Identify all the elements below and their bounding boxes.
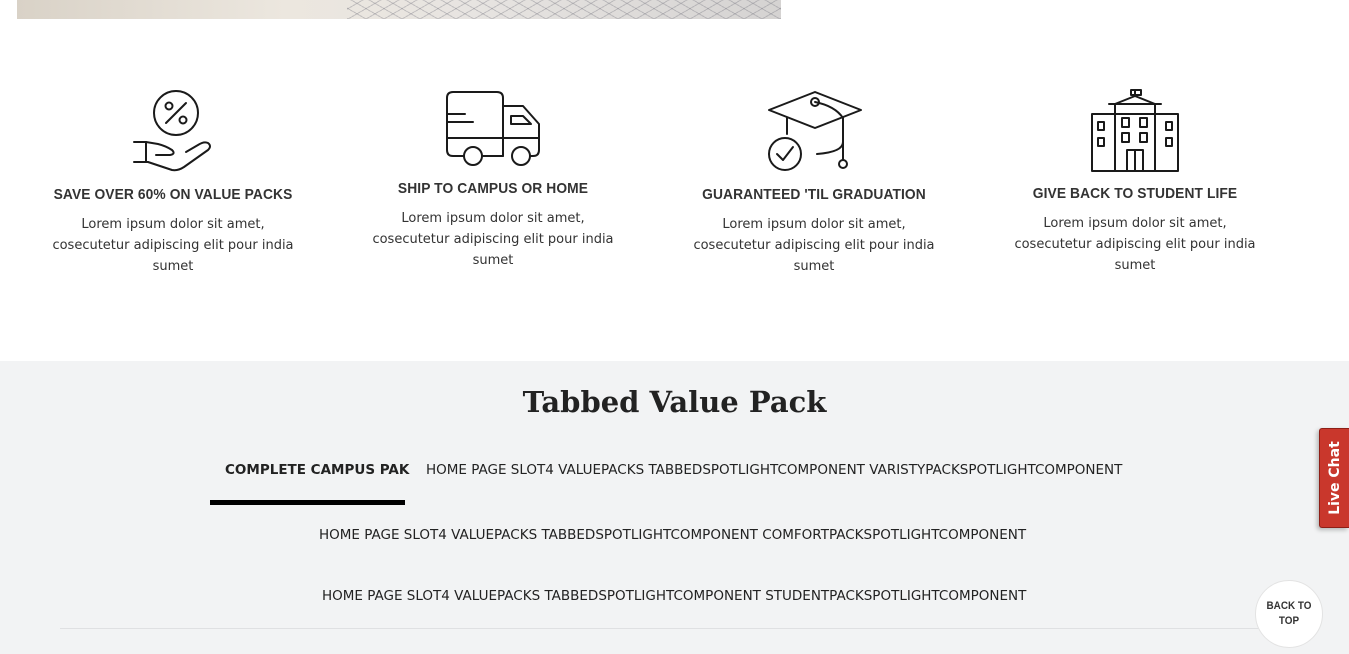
feature-give-back: GIVE BACK TO STUDENT LIFE Lorem ipsum do… xyxy=(975,88,1295,276)
graduation-cap-icon xyxy=(768,91,862,171)
feature-title: GIVE BACK TO STUDENT LIFE xyxy=(1032,185,1238,202)
truck-icon xyxy=(446,91,540,166)
tab-varsity-pack[interactable]: HOME PAGE SLOT4 VALUEPACKS TABBEDSPOTLIG… xyxy=(426,462,1122,478)
feature-value-packs: SAVE OVER 60% ON VALUE PACKS Lorem ipsum… xyxy=(13,88,333,277)
live-chat-button[interactable]: Live Chat xyxy=(1319,428,1349,528)
section-heading: Tabbed Value Pack xyxy=(522,385,827,419)
features-section: SAVE OVER 60% ON VALUE PACKS Lorem ipsum… xyxy=(0,0,1349,360)
back-to-top-button[interactable]: BACK TO TOP xyxy=(1255,580,1323,648)
active-tab-indicator xyxy=(210,500,405,505)
back-to-top-label: BACK TO TOP xyxy=(1266,600,1312,627)
tab-student-pack[interactable]: HOME PAGE SLOT4 VALUEPACKS TABBEDSPOTLIG… xyxy=(322,588,1026,604)
feature-title: SAVE OVER 60% ON VALUE PACKS xyxy=(53,186,293,203)
tab-divider xyxy=(60,628,1289,629)
tabbed-value-pack-section: Tabbed Value Pack COMPLETE CAMPUS PAK HO… xyxy=(0,361,1349,654)
feature-shipping: SHIP TO CAMPUS OR HOME Lorem ipsum dolor… xyxy=(333,88,653,271)
discount-hand-icon xyxy=(133,90,211,172)
feature-title: SHIP TO CAMPUS OR HOME xyxy=(397,180,589,197)
school-building-icon xyxy=(1091,89,1179,172)
live-chat-label: Live Chat xyxy=(1326,441,1343,515)
tab-comfort-pack[interactable]: HOME PAGE SLOT4 VALUEPACKS TABBEDSPOTLIG… xyxy=(319,527,1026,543)
feature-description: Lorem ipsum dolor sit amet, cosecutetur … xyxy=(372,211,614,268)
feature-guarantee: GUARANTEED 'TIL GRADUATION Lorem ipsum d… xyxy=(654,88,974,277)
feature-description: Lorem ipsum dolor sit amet, cosecutetur … xyxy=(52,217,294,274)
feature-description: Lorem ipsum dolor sit amet, cosecutetur … xyxy=(1014,216,1256,273)
feature-title: GUARANTEED 'TIL GRADUATION xyxy=(702,186,926,203)
feature-description: Lorem ipsum dolor sit amet, cosecutetur … xyxy=(693,217,935,274)
tab-complete-campus-pak[interactable]: COMPLETE CAMPUS PAK xyxy=(225,462,409,478)
